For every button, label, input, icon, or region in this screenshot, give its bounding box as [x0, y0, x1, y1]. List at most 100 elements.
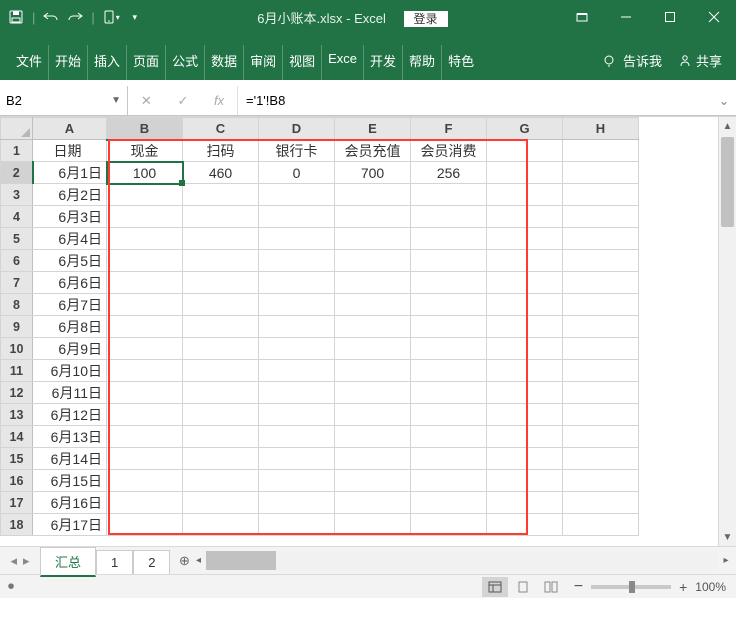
cell[interactable] [563, 272, 639, 294]
cell[interactable] [335, 184, 411, 206]
cell[interactable] [411, 316, 487, 338]
cell[interactable] [335, 316, 411, 338]
cell[interactable] [411, 338, 487, 360]
cell[interactable] [183, 250, 259, 272]
cell[interactable] [183, 206, 259, 228]
cell[interactable]: 6月12日 [33, 404, 107, 426]
zoom-out-button[interactable]: − [574, 578, 583, 596]
cell[interactable]: 6月6日 [33, 272, 107, 294]
cell[interactable] [335, 382, 411, 404]
cell[interactable]: 6月8日 [33, 316, 107, 338]
cell[interactable]: 6月4日 [33, 228, 107, 250]
cancel-icon[interactable]: ✕ [141, 93, 152, 109]
ribbon-tab[interactable]: Exce [322, 45, 364, 80]
cell[interactable] [563, 492, 639, 514]
cell[interactable] [487, 228, 563, 250]
cell[interactable] [259, 250, 335, 272]
cell[interactable]: 256 [411, 162, 487, 184]
cell[interactable] [411, 272, 487, 294]
name-box-dropdown-icon[interactable]: ▼ [107, 95, 121, 106]
share-button[interactable]: 共享 [678, 51, 722, 70]
cell[interactable] [259, 404, 335, 426]
cell[interactable] [563, 294, 639, 316]
cell[interactable] [259, 492, 335, 514]
zoom-handle[interactable] [629, 581, 635, 593]
cell[interactable] [335, 448, 411, 470]
cell[interactable] [487, 338, 563, 360]
cell[interactable]: 6月16日 [33, 492, 107, 514]
redo-icon[interactable] [65, 7, 85, 27]
cell[interactable] [335, 514, 411, 536]
cell[interactable]: 6月14日 [33, 448, 107, 470]
ribbon-tab[interactable]: 数据 [205, 45, 244, 80]
cell[interactable]: 会员消费 [411, 140, 487, 162]
cell[interactable] [183, 184, 259, 206]
cell[interactable]: 扫码 [183, 140, 259, 162]
cell[interactable] [411, 382, 487, 404]
ribbon-tab[interactable]: 帮助 [403, 45, 442, 80]
cell[interactable]: 6月13日 [33, 426, 107, 448]
cell[interactable] [563, 470, 639, 492]
cell[interactable] [183, 514, 259, 536]
cell[interactable] [107, 228, 183, 250]
sheet-tab[interactable]: 2 [133, 550, 170, 574]
cell[interactable]: 6月7日 [33, 294, 107, 316]
cell[interactable] [335, 338, 411, 360]
cell[interactable] [487, 360, 563, 382]
cell[interactable] [411, 184, 487, 206]
cell[interactable] [487, 316, 563, 338]
ribbon-tab[interactable]: 开发 [364, 45, 403, 80]
row-header[interactable]: 16 [1, 470, 33, 492]
formula-expand-icon[interactable]: ⌄ [712, 86, 736, 115]
sheet-next-icon[interactable]: ▸ [23, 553, 30, 569]
sheet-tab[interactable]: 汇总 [40, 547, 96, 577]
cell[interactable] [183, 316, 259, 338]
row-header[interactable]: 2 [1, 162, 33, 184]
cell[interactable]: 6月2日 [33, 184, 107, 206]
column-header[interactable]: F [411, 118, 487, 140]
cell[interactable] [183, 228, 259, 250]
cell[interactable] [411, 492, 487, 514]
cell[interactable] [259, 272, 335, 294]
row-header[interactable]: 4 [1, 206, 33, 228]
cell[interactable] [411, 206, 487, 228]
page-break-view-icon[interactable] [538, 577, 564, 597]
ribbon-tab[interactable]: 页面 [127, 45, 166, 80]
vscroll-thumb[interactable] [721, 137, 734, 227]
cell[interactable] [335, 228, 411, 250]
column-header[interactable]: E [335, 118, 411, 140]
minimize-button[interactable] [604, 0, 648, 34]
cell[interactable] [487, 404, 563, 426]
cell[interactable] [563, 514, 639, 536]
cell[interactable] [259, 228, 335, 250]
cell[interactable] [411, 228, 487, 250]
sheet-prev-icon[interactable]: ◂ [10, 553, 17, 569]
cell[interactable] [259, 470, 335, 492]
cell[interactable] [183, 382, 259, 404]
cell[interactable] [183, 448, 259, 470]
select-all-cell[interactable] [1, 118, 33, 140]
cell[interactable] [259, 184, 335, 206]
cell[interactable] [563, 382, 639, 404]
column-header[interactable]: G [487, 118, 563, 140]
ribbon-tab[interactable]: 开始 [49, 45, 88, 80]
cell[interactable] [259, 360, 335, 382]
touch-mode-icon[interactable]: ▾ [101, 7, 121, 27]
name-box[interactable]: ▼ [0, 86, 128, 115]
column-header[interactable]: B [107, 118, 183, 140]
cell[interactable] [563, 448, 639, 470]
row-header[interactable]: 17 [1, 492, 33, 514]
cell[interactable] [563, 250, 639, 272]
cell[interactable] [259, 206, 335, 228]
worksheet-grid[interactable]: ABCDEFGH1日期现金扫码银行卡会员充值会员消费26月1日100460070… [0, 116, 736, 546]
sheet-nav[interactable]: ◂ ▸ [0, 547, 40, 574]
cell[interactable] [563, 338, 639, 360]
cell[interactable]: 日期 [33, 140, 107, 162]
scroll-down-icon[interactable]: ▼ [719, 528, 736, 546]
cell[interactable] [487, 426, 563, 448]
ribbon-options-icon[interactable] [560, 0, 604, 34]
ribbon-tab[interactable]: 公式 [166, 45, 205, 80]
cell[interactable] [335, 360, 411, 382]
zoom-slider[interactable] [591, 585, 671, 589]
column-header[interactable]: A [33, 118, 107, 140]
